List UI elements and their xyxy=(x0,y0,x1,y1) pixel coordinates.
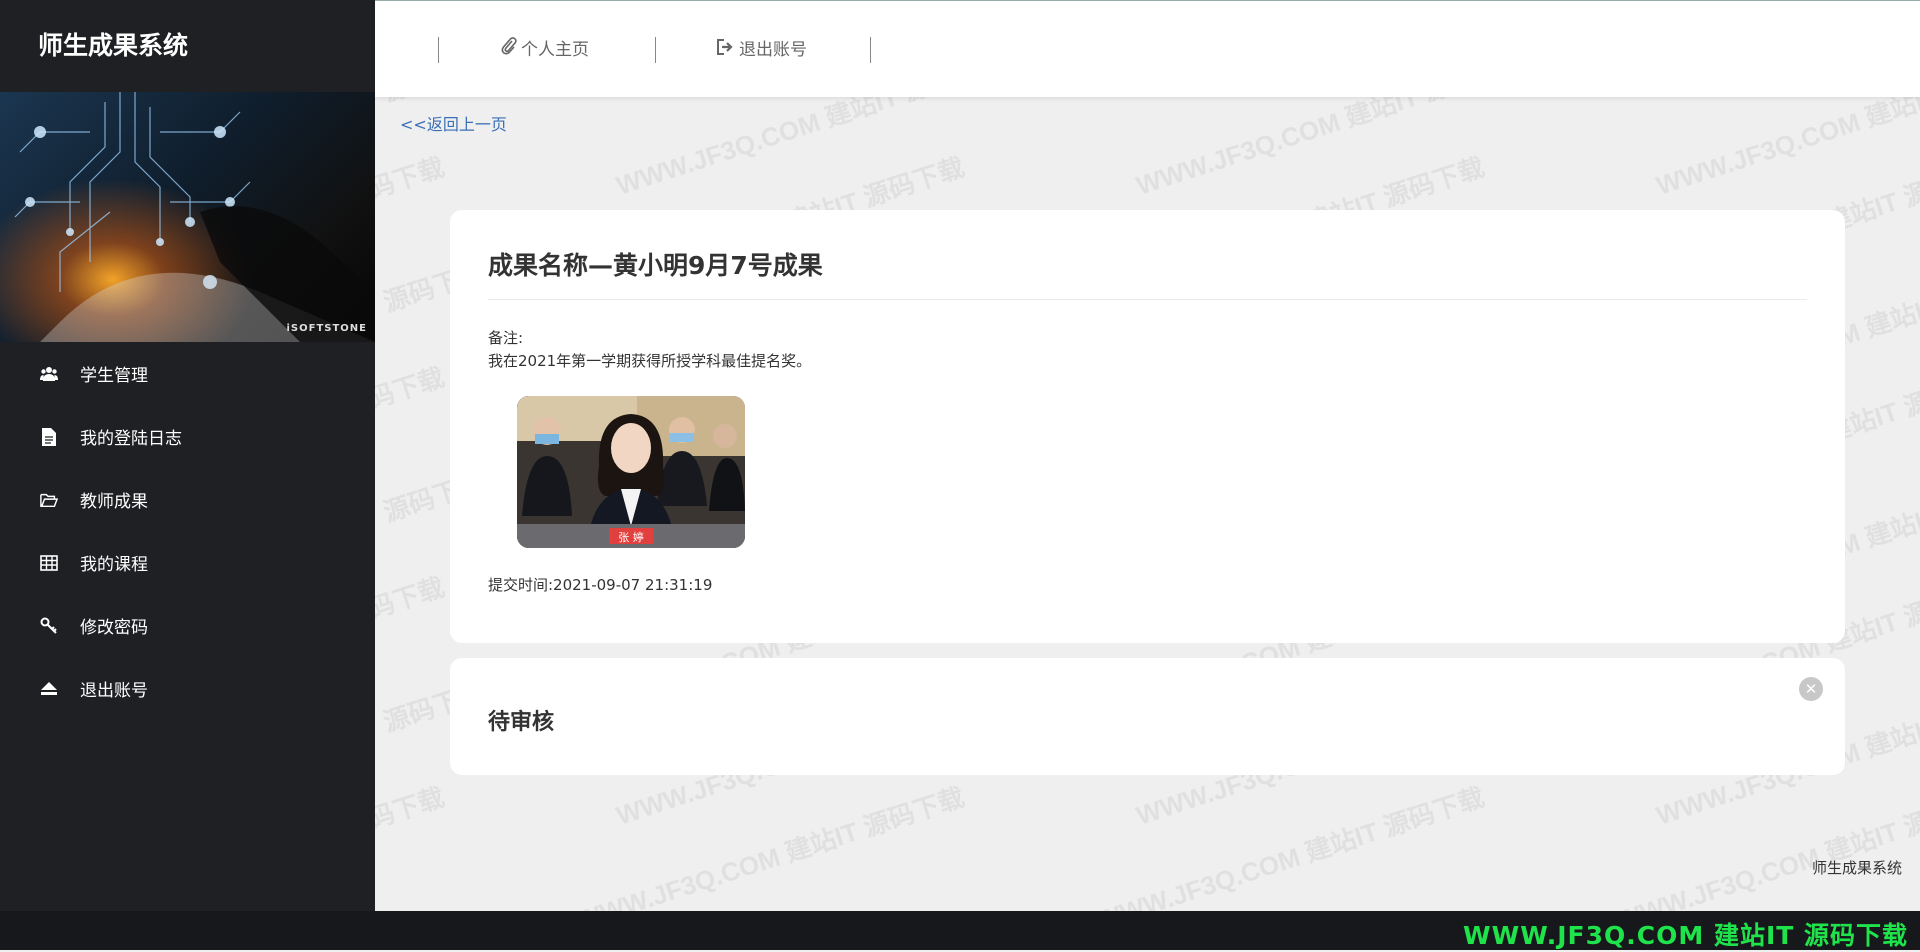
sidebar-nav: 学生管理 我的登陆日志 教师成果 我的课程 修改密码 退出账号 xyxy=(0,342,375,720)
watermark-tile: WWW.JF3Q.COM 建站IT 源码下载 xyxy=(1613,782,1920,911)
nameplate-text: 张 婷 xyxy=(618,530,644,544)
watermark-tile: WWW.JF3Q.COM 建站IT 源码下载 xyxy=(573,782,968,911)
sidebar-item-student-management[interactable]: 学生管理 xyxy=(0,342,375,405)
profile-link[interactable]: 个人主页 xyxy=(501,37,589,63)
close-icon[interactable]: ✕ xyxy=(1799,677,1823,701)
bottom-banner: WWW.JF3Q.COM 建站IT 源码下载 xyxy=(0,911,1920,950)
eject-icon xyxy=(40,680,58,698)
submit-time: 提交时间:2021-09-07 21:31:19 xyxy=(488,576,713,594)
achievement-photo[interactable]: 张 婷 xyxy=(517,396,745,548)
sidebar-item-my-courses[interactable]: 我的课程 xyxy=(0,531,375,594)
table-icon xyxy=(40,554,58,572)
sidebar-item-label: 我的课程 xyxy=(80,555,148,575)
achievement-title: 成果名称—黄小明9月7号成果 xyxy=(488,251,823,280)
sidebar-item-label: 我的登陆日志 xyxy=(80,429,182,449)
sidebar: 师生成果系统 iSOFTSTONE 学生管理 我的登陆日志 教师成果 我的课程 … xyxy=(0,0,375,911)
banner-brand-mark: iSOFTSTONE xyxy=(286,323,367,334)
sign-out-icon xyxy=(717,37,735,63)
logout-link-label: 退出账号 xyxy=(739,40,807,60)
sidebar-item-teacher-achievements[interactable]: 教师成果 xyxy=(0,468,375,531)
folder-open-icon xyxy=(40,491,58,509)
top-bar: 个人主页 退出账号 xyxy=(375,0,1920,97)
paperclip-icon xyxy=(501,37,517,63)
footer-system-name: 师生成果系统 xyxy=(1811,859,1902,877)
sidebar-item-change-password[interactable]: 修改密码 xyxy=(0,594,375,657)
logout-link[interactable]: 退出账号 xyxy=(717,37,807,63)
back-link[interactable]: <<返回上一页 xyxy=(400,111,507,135)
review-status-card: 待审核 ✕ xyxy=(450,658,1845,775)
app-title: 师生成果系统 xyxy=(38,31,189,60)
circuit-graphic xyxy=(14,92,375,342)
watermark-tile: WWW.JF3Q.COM 建站IT 源码下载 xyxy=(1093,782,1488,911)
document-icon xyxy=(40,427,58,446)
watermark-text: WWW.JF3Q.COM 建站IT 源码下载 xyxy=(1463,921,1908,950)
users-icon xyxy=(40,365,58,383)
photo-illustration: 张 婷 xyxy=(517,396,745,548)
sidebar-banner-image: iSOFTSTONE xyxy=(0,92,375,342)
sidebar-item-label: 教师成果 xyxy=(80,492,148,512)
sidebar-item-label: 学生管理 xyxy=(80,366,148,386)
achievement-card: 成果名称—黄小明9月7号成果 备注: 我在2021年第一学期获得所授学科最佳提名… xyxy=(450,210,1845,643)
remark-text: 我在2021年第一学期获得所授学科最佳提名奖。 xyxy=(488,352,812,370)
sidebar-item-label: 修改密码 xyxy=(80,618,148,638)
profile-link-label: 个人主页 xyxy=(521,40,589,60)
separator xyxy=(870,37,871,63)
sidebar-item-login-log[interactable]: 我的登陆日志 xyxy=(0,405,375,468)
key-icon xyxy=(40,617,58,635)
sidebar-item-label: 退出账号 xyxy=(80,681,148,701)
divider xyxy=(488,299,1807,300)
sidebar-item-logout[interactable]: 退出账号 xyxy=(0,657,375,720)
separator xyxy=(438,37,439,63)
remark-label: 备注: xyxy=(488,329,524,347)
separator xyxy=(655,37,656,63)
review-status: 待审核 xyxy=(488,710,555,735)
